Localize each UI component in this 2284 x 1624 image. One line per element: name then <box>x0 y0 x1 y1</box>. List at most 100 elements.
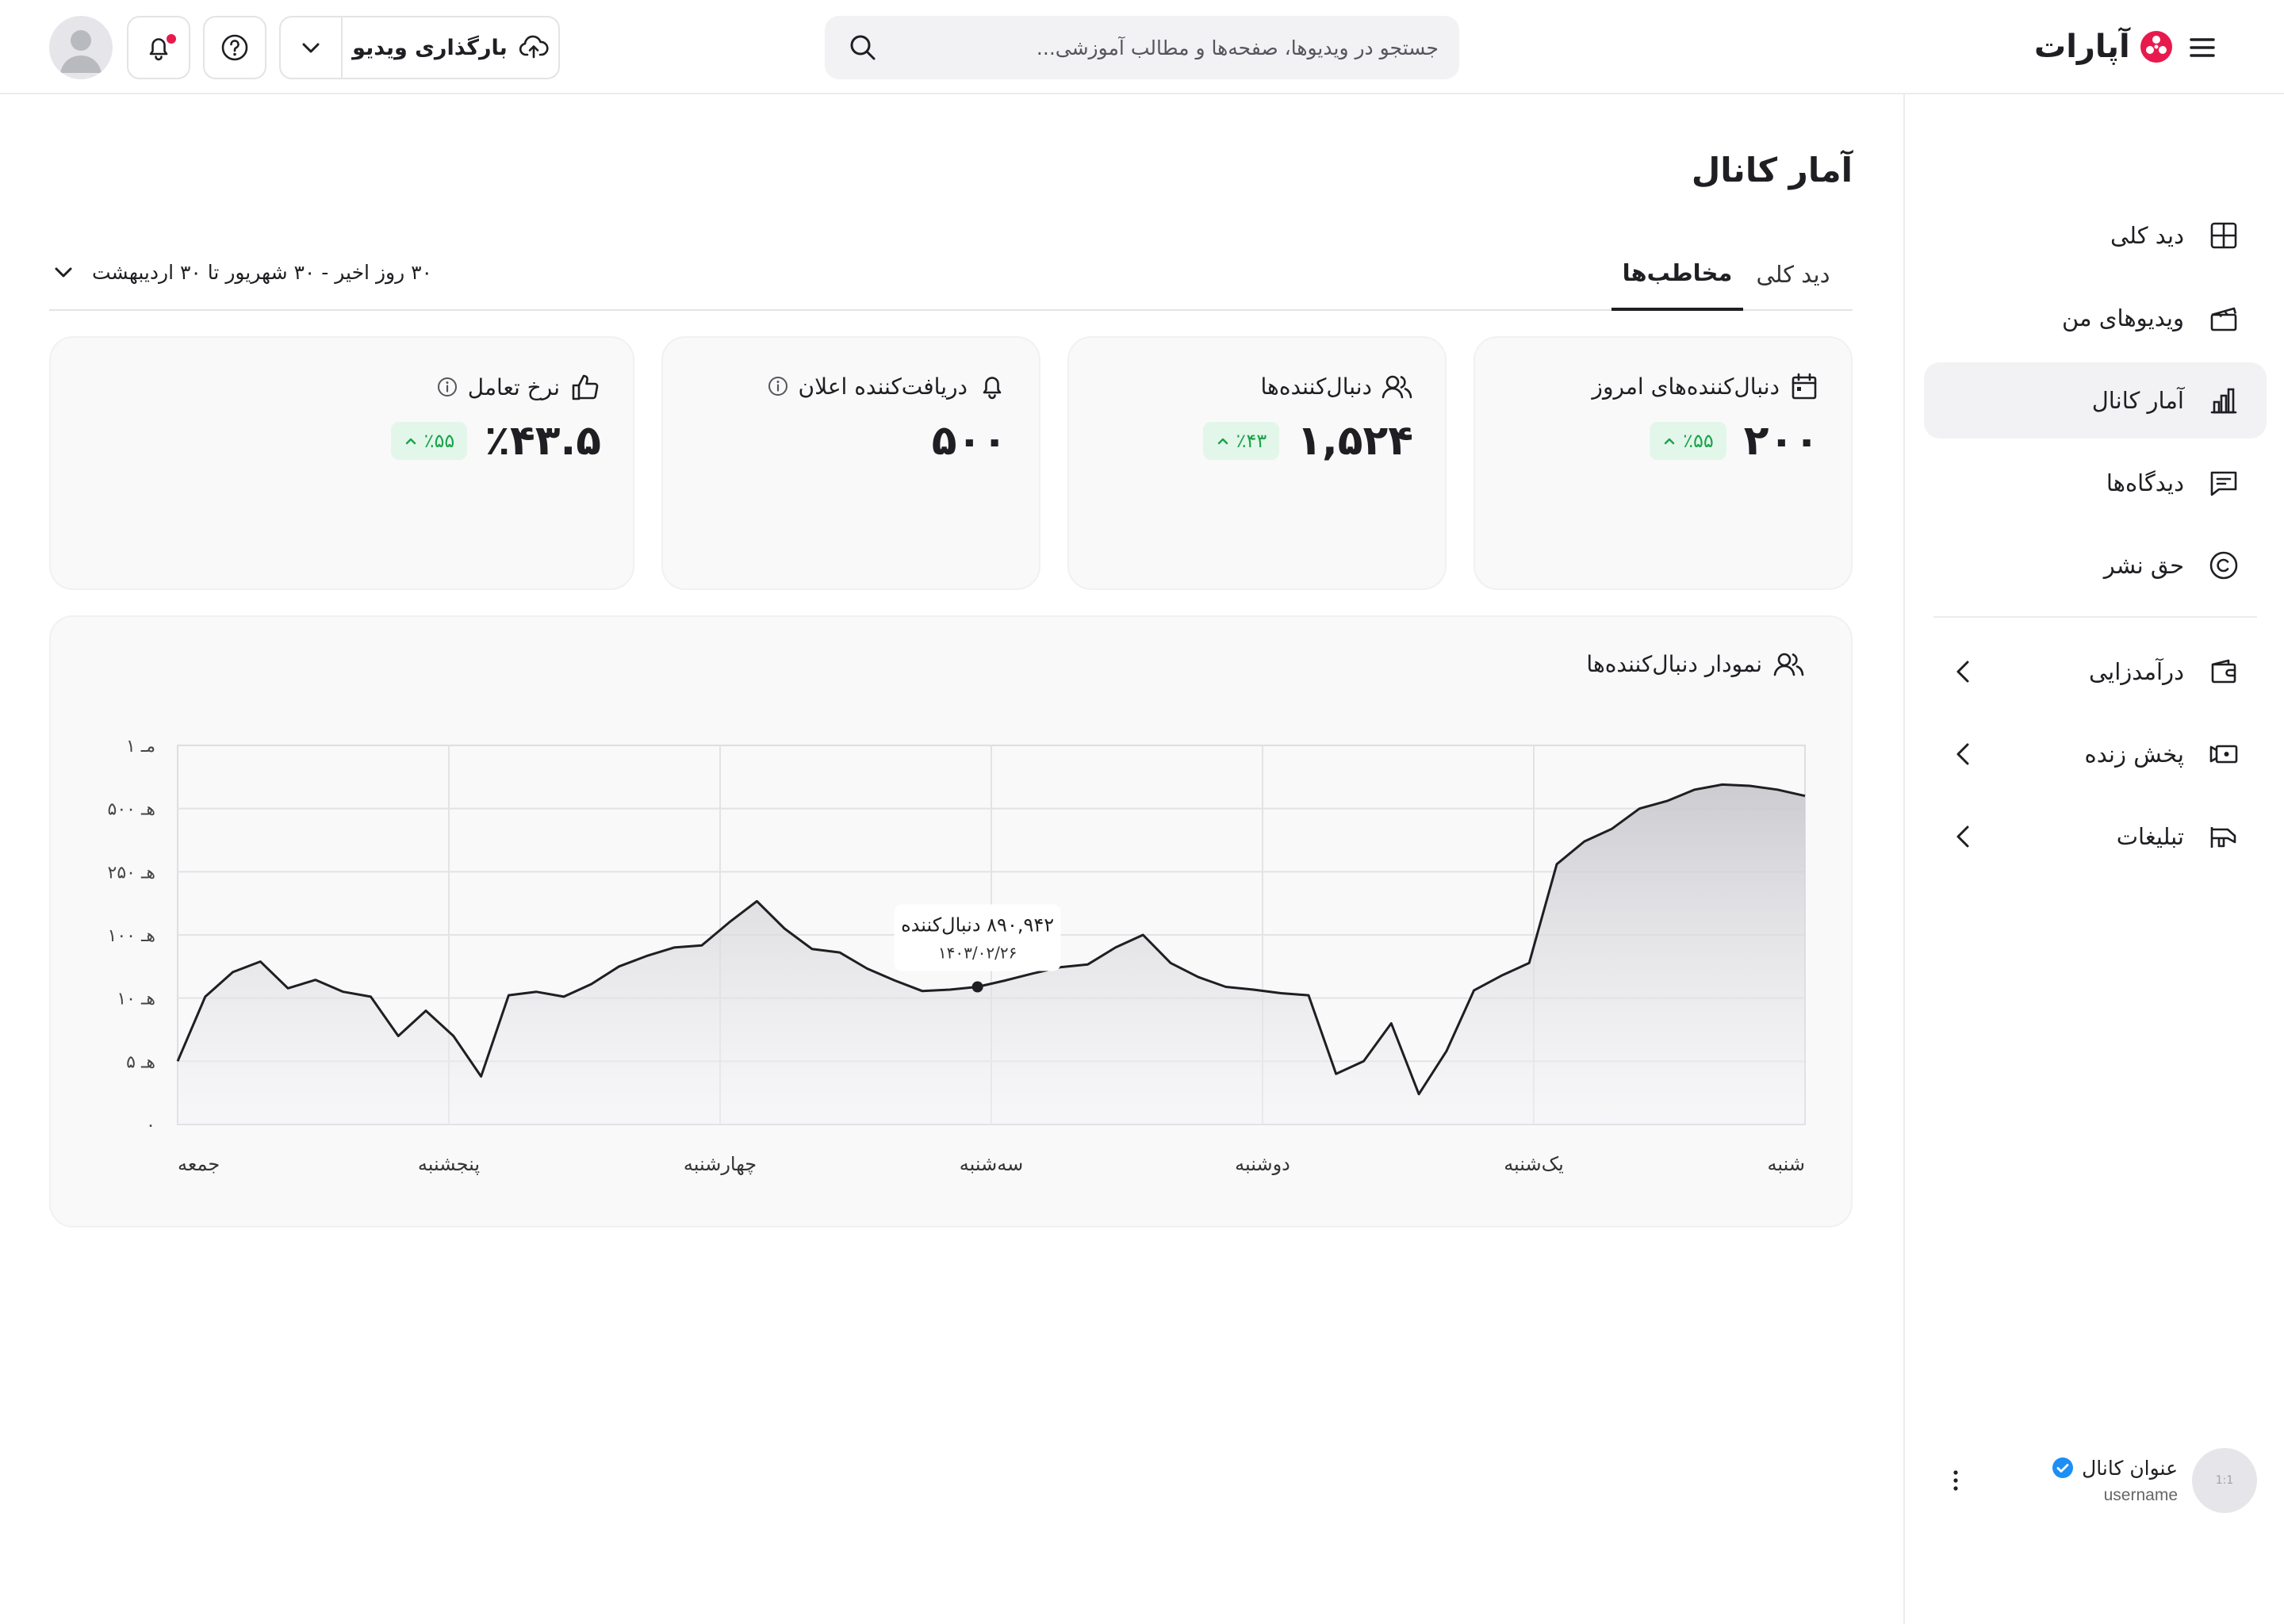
sidebar-item-monetization[interactable]: درآمدزایی <box>1924 634 2267 710</box>
sidebar-item-live[interactable]: پخش زنده <box>1924 716 2267 792</box>
aparat-logo[interactable]: آپارات <box>2034 22 2176 71</box>
user-avatar[interactable] <box>49 16 113 79</box>
sidebar-item-label: ویدیوهای من <box>2061 304 2184 331</box>
sidebar-item-label: دیدگاه‌ها <box>2106 469 2184 496</box>
chevron-down-icon <box>55 267 72 278</box>
chevron-up-icon <box>1664 438 1675 445</box>
stat-value: ۲۰۰ <box>1743 417 1819 465</box>
sidebar-item-overview[interactable]: دید کلی <box>1924 197 2267 274</box>
verified-badge-icon <box>2052 1457 2074 1478</box>
sidebar-item-my-videos[interactable]: ویدیوهای من <box>1924 280 2267 356</box>
upload-dropdown-button[interactable] <box>281 17 343 78</box>
tab-overview[interactable]: دید کلی <box>1734 238 1853 311</box>
stat-card-today-followers: دنبال‌کننده‌های امروز ۲۰۰ ٪۵۵ <box>1473 336 1853 590</box>
stat-row: ٪۴۳.۵ ٪۵۵ <box>390 417 601 465</box>
sidebar-item-label: دید کلی <box>2110 222 2184 249</box>
grid-icon <box>2206 218 2241 253</box>
tab-audience[interactable]: مخاطب‌ها <box>1611 238 1743 311</box>
date-range-label: ۳۰ روز اخیر - ۳۰ شهریور تا ۳۰ اردیبهشت <box>92 260 432 284</box>
sidebar-divider <box>1933 616 2257 618</box>
upload-group: بارگذاری ویدیو <box>279 16 560 79</box>
badge-value: ٪۴۳ <box>1236 430 1267 452</box>
sidebar-item-copyright[interactable]: حق نشر <box>1924 527 2267 603</box>
chart-header: نمودار دنبال‌کننده‌ها <box>1586 649 1805 679</box>
chevron-down-icon <box>302 43 320 53</box>
channel-card[interactable]: 1:1 عنوان کانال username <box>1924 1437 2267 1524</box>
search-icon[interactable] <box>845 30 880 65</box>
help-button[interactable] <box>203 16 266 79</box>
wallet-icon <box>2206 654 2241 689</box>
y-tick-label: ۲۵۰ هـ <box>108 863 156 883</box>
search-input[interactable] <box>880 36 1439 59</box>
bell-icon <box>983 377 1002 400</box>
y-tick-label: ۱ مـ <box>126 737 155 756</box>
top-header: آپارات بارگذاری ویدیو <box>0 0 2284 94</box>
channel-title-row: عنوان کانال <box>2052 1457 2178 1480</box>
megaphone-icon <box>2206 819 2241 854</box>
thumbs-up-icon <box>572 374 599 400</box>
chevron-left-icon[interactable] <box>1948 821 1979 852</box>
more-vertical-icon[interactable] <box>1938 1463 1973 1498</box>
x-axis-ticks: شنبه یک‌شنبه دوشنبه سه‌شنبه چهارشنبه پنجشنبه ج… <box>178 1153 1805 1175</box>
stat-header: دنبال‌کننده‌های امروز <box>1592 371 1819 401</box>
menu-icon[interactable] <box>2185 30 2220 65</box>
sidebar-item-ads[interactable]: تبلیغات <box>1924 799 2267 875</box>
badge-value: ٪۵۵ <box>423 430 455 452</box>
stat-card-engagement-rate: نرخ تعامل ٪۴۳.۵ ٪۵۵ <box>49 336 634 590</box>
cloud-upload-icon <box>519 35 549 59</box>
bar-chart-icon <box>2206 383 2241 418</box>
y-tick-label: ۱۰ هـ <box>117 990 155 1009</box>
sidebar-item-label: درآمدزایی <box>2088 658 2184 685</box>
channel-title: عنوان کانال <box>2082 1456 2178 1480</box>
x-tick-label: دوشنبه <box>1235 1153 1290 1175</box>
x-tick-label: چهارشنبه <box>684 1153 757 1175</box>
page-title: آمار کانال <box>1691 151 1853 190</box>
channel-avatar: 1:1 <box>2192 1448 2257 1513</box>
upload-video-button[interactable]: بارگذاری ویدیو <box>343 17 558 78</box>
sidebar-item-comments[interactable]: دیدگاه‌ها <box>1924 445 2267 521</box>
logo-text: آپارات <box>2034 29 2130 65</box>
tooltip-point[interactable] <box>971 981 983 993</box>
x-tick-label: جمعه <box>178 1153 220 1175</box>
followers-chart[interactable]: ۰ ۵ هـ ۱۰ هـ ۱۰۰ هـ ۲۵۰ هـ ۵۰۰ هـ ۱ مـ شنبه یک‌… <box>51 617 1854 1229</box>
stat-value: ۱,۵۲۴ <box>1297 417 1413 465</box>
stat-card-followers: دنبال‌کننده‌ها ۱,۵۲۴ ٪۴۳ <box>1067 336 1447 590</box>
followers-chart-card: ۰ ۵ هـ ۱۰ هـ ۱۰۰ هـ ۲۵۰ هـ ۵۰۰ هـ ۱ مـ شنبه یک‌… <box>49 615 1853 1228</box>
upload-label: بارگذاری ویدیو <box>352 35 508 60</box>
info-icon[interactable] <box>436 376 458 398</box>
stat-title: دنبال‌کننده‌ها <box>1260 373 1372 400</box>
notifications-button[interactable] <box>127 16 190 79</box>
change-badge: ٪۴۳ <box>1202 422 1280 460</box>
stat-header: دنبال‌کننده‌ها <box>1261 371 1413 401</box>
y-tick-label: ۰ <box>146 1116 155 1136</box>
copyright-icon <box>2206 548 2241 583</box>
stat-card-notification-receivers: دریافت‌کننده اعلان ۵۰۰ <box>661 336 1040 590</box>
stat-value: ٪۴۳.۵ <box>485 417 601 465</box>
chevron-left-icon[interactable] <box>1948 656 1979 688</box>
info-icon[interactable] <box>767 375 789 397</box>
chevron-up-icon <box>1217 438 1228 445</box>
channel-username: username <box>2103 1485 2178 1504</box>
chevron-left-icon[interactable] <box>1948 738 1979 770</box>
stat-row: ۵۰۰ <box>932 417 1007 465</box>
stat-title: دنبال‌کننده‌های امروز <box>1592 373 1780 400</box>
y-tick-label: ۵۰۰ هـ <box>108 800 156 820</box>
stat-value: ۵۰۰ <box>931 417 1007 465</box>
sidebar-item-channel-stats[interactable]: آمار کانال <box>1924 362 2267 439</box>
aparat-logo-mark-icon <box>2140 31 2172 63</box>
change-badge: ٪۵۵ <box>1650 422 1726 460</box>
tooltip-value: ۸۹۰,۹۴۲ دنبال‌کننده <box>901 914 1054 936</box>
sidebar-item-label: حق نشر <box>2103 552 2184 579</box>
change-badge: ٪۵۵ <box>390 422 468 460</box>
x-tick-label: پنجشنبه <box>418 1153 480 1175</box>
date-range-selector[interactable]: ۳۰ روز اخیر - ۳۰ شهریور تا ۳۰ اردیبهشت <box>49 238 432 306</box>
channel-info: عنوان کانال username <box>2052 1457 2178 1505</box>
chevron-up-icon <box>405 438 416 445</box>
notification-dot <box>167 34 176 44</box>
sidebar-item-label: تبلیغات <box>2116 823 2184 850</box>
stat-title: دریافت‌کننده اعلان <box>798 373 968 400</box>
x-tick-label: شنبه <box>1768 1153 1805 1175</box>
comment-icon <box>2206 465 2241 500</box>
badge-value: ٪۵۵ <box>1683 430 1714 452</box>
stat-row: ۲۰۰ ٪۵۵ <box>1650 417 1819 465</box>
